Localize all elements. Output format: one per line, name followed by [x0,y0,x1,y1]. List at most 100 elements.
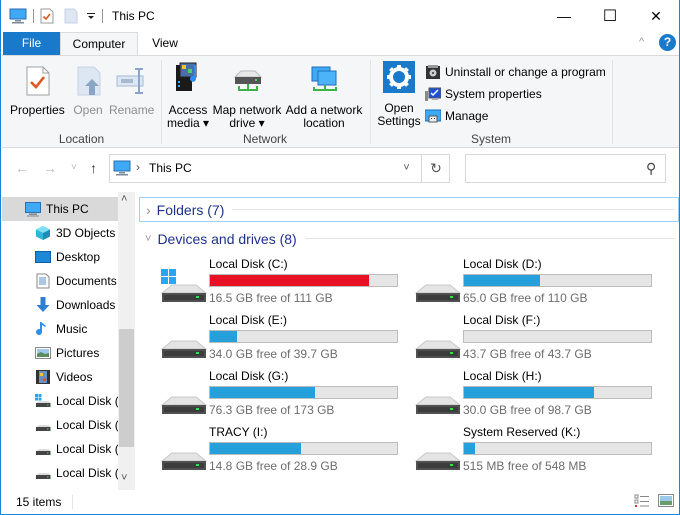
new-folder-icon[interactable] [64,8,78,24]
details-view-icon[interactable] [634,494,650,508]
computer-icon[interactable] [9,8,27,24]
minimize-button[interactable]: — [541,0,587,32]
search-input[interactable] [470,159,640,178]
tab-view[interactable]: View [141,32,189,55]
uninstall-program-button[interactable]: Uninstall or change a program [425,62,606,82]
chevron-down-icon: ˅ [145,232,152,245]
help-icon[interactable]: ? [659,34,676,51]
maximize-icon: ☐ [602,8,618,25]
drive-item[interactable]: Local Disk (D:) 65.0 GB free of 110 GB [413,257,663,313]
folders-group-header[interactable]: › Folders (7) [139,197,679,222]
tab-file[interactable]: File [3,32,60,55]
sidebar-item-label: Desktop [56,250,101,264]
collapse-ribbon-icon[interactable]: ^ [639,36,644,48]
scroll-down-button[interactable]: ˅ [121,472,127,484]
location-group-label: Location [58,132,105,146]
scroll-up-button[interactable]: ˄ [121,193,127,205]
open-settings-button[interactable]: Open Settings [376,61,422,128]
drive-usage-fill [210,443,302,454]
search-box[interactable]: ⚲ [465,154,666,183]
properties-icon[interactable] [40,8,54,24]
sidebar-item-desktop[interactable]: Desktop [2,245,118,269]
add-network-location-button[interactable]: Add a network location [284,61,364,130]
drive-item[interactable]: Local Disk (E:) 34.0 GB free of 39.7 GB [159,313,409,369]
rename-icon [116,68,144,94]
sidebar-item-local-disk[interactable]: Local Disk ( [2,437,118,461]
tab-computer[interactable]: Computer [60,32,138,56]
sidebar-item-downloads[interactable]: Downloads [2,293,118,317]
drive-usage-bar [463,442,652,455]
sidebar-item-this-pc[interactable]: This PC [2,197,118,221]
drive-item[interactable]: Local Disk (G:) 76.3 GB free of 173 GB [159,369,409,425]
drive-item[interactable]: TRACY (I:) 14.8 GB free of 28.9 GB [159,425,409,481]
sidebar-item-label: Downloads [56,298,116,312]
drive-free-space: 43.7 GB free of 43.7 GB [463,347,592,361]
sidebar-item-documents[interactable]: Documents [2,269,118,293]
drive-usage-bar [209,330,398,343]
sidebar-item-label: This PC [46,202,89,216]
add-network-location-icon [311,66,337,91]
refresh-button[interactable]: ↻ [421,155,450,182]
sidebar-item-music[interactable]: Music [2,317,118,341]
drive-item[interactable]: Local Disk (H:) 30.0 GB free of 98.7 GB [413,369,663,425]
up-button[interactable]: ↑ [90,160,97,176]
address-bar[interactable]: › This PC ˅ ↻ [109,154,450,183]
drive-item[interactable]: Local Disk (F:) 43.7 GB free of 43.7 GB [413,313,663,369]
scrollbar-thumb[interactable] [119,329,134,447]
system-drive-icon [159,263,208,311]
system-properties-button[interactable]: System properties [425,84,542,104]
sidebar-item-local-disk[interactable]: Local Disk ( [2,461,118,485]
properties-button[interactable]: Properties [10,65,65,117]
sidebar-item-local-disk[interactable]: Local Disk ( [2,413,118,437]
system-drive-icon [35,393,51,409]
network-group-label: Network [242,132,287,146]
sidebar-item-label: 3D Objects [56,226,116,240]
drive-name: Local Disk (E:) [209,313,288,327]
rename-button[interactable]: Rename [109,65,154,117]
system-group-label: System [470,132,511,146]
navigation-pane-scrollbar[interactable]: ˄ ˅ [118,192,135,490]
recent-locations-button[interactable]: ˅ [71,162,77,173]
map-network-drive-button[interactable]: Map network drive ▾ [211,61,283,130]
devices-group-header[interactable]: ˅ Devices and drives (8) [139,226,679,251]
back-button[interactable]: ← [15,160,29,176]
close-icon: ✕ [650,7,662,24]
drive-name: TRACY (I:) [209,425,268,439]
drive-name: Local Disk (C:) [209,257,288,271]
drive-icon [413,375,462,423]
drive-free-space: 34.0 GB free of 39.7 GB [209,347,338,361]
drive-name: Local Disk (F:) [463,313,541,327]
music-icon [35,321,51,337]
breadcrumb-separator[interactable]: › [136,160,140,174]
sidebar-item-videos[interactable]: Videos [2,365,118,389]
address-dropdown-button[interactable]: ˅ [392,155,421,182]
breadcrumb-this-pc[interactable]: This PC [149,161,192,175]
drive-icon [35,417,51,433]
drive-item[interactable]: System Reserved (K:) 515 MB free of 548 … [413,425,663,481]
file-explorer-window: This PC — ☐ ✕ File Computer View ^ ? Pro… [0,0,680,515]
open-button[interactable]: Open [70,65,106,117]
large-icons-view-icon[interactable] [658,493,674,508]
close-button[interactable]: ✕ [633,0,679,32]
sidebar-item-pictures[interactable]: Pictures [2,341,118,365]
drive-item[interactable]: Local Disk (C:) 16.5 GB free of 111 GB [159,257,409,313]
customize-dropdown-icon[interactable] [86,11,96,21]
sidebar-item-label: Local Disk ( [56,442,118,456]
drive-free-space: 30.0 GB free of 98.7 GB [463,403,592,417]
drive-icon [159,319,208,367]
forward-button[interactable]: → [43,160,57,176]
status-separator [72,495,73,509]
access-media-button[interactable]: Access media ▾ [164,61,212,130]
sidebar-item-local-disk[interactable]: Local Disk ( [2,389,118,413]
drive-usage-bar [209,274,398,287]
sidebar-item-3d-objects[interactable]: 3D Objects [2,221,118,245]
downloads-icon [35,297,51,313]
drive-usage-fill [464,443,476,454]
manage-button[interactable]: Manage [425,106,488,126]
drive-name: System Reserved (K:) [463,425,581,439]
minimize-icon: — [557,8,571,24]
drive-free-space: 65.0 GB free of 110 GB [463,291,588,305]
drive-usage-fill [210,275,370,286]
maximize-button[interactable]: ☐ [587,0,633,32]
drive-name: Local Disk (G:) [209,369,289,383]
